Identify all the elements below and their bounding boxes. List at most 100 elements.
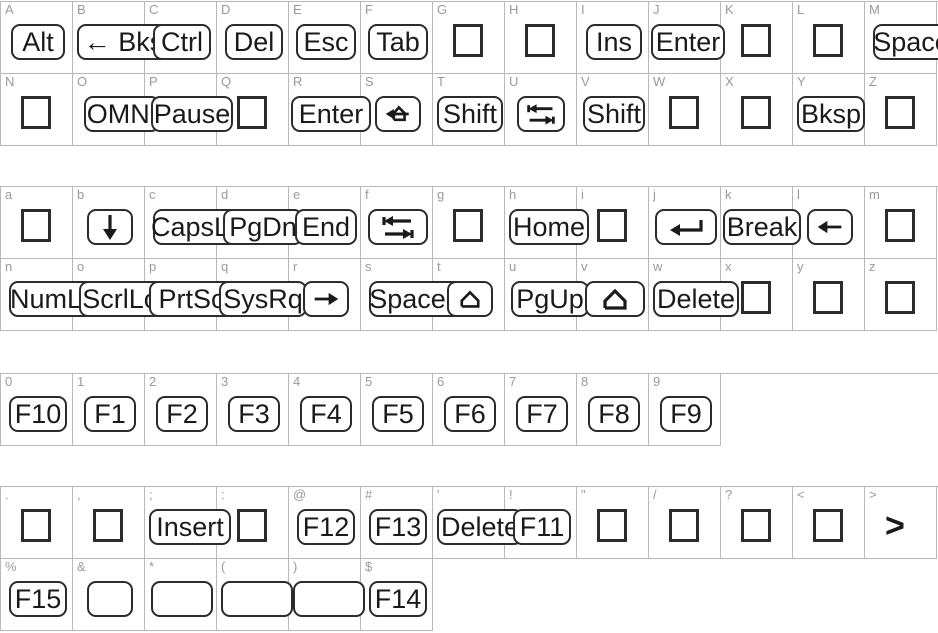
glyph-cell[interactable]: * [145,559,217,631]
glyph-cell[interactable]: W [649,74,721,146]
glyph-char-label: y [797,259,804,274]
glyph-cell[interactable]: n NumLock [1,259,125,331]
glyph-render-area: F2 [145,392,217,446]
glyph-cell[interactable]: D Del [217,2,289,74]
glyph-cell[interactable]: X [721,74,793,146]
glyph-cell[interactable]: < [793,487,865,559]
notdef-box-wrapper [885,281,915,314]
glyph-char-label: D [221,2,231,17]
glyph-cell[interactable]: b [73,187,145,259]
keycap-glyph-wrapper: Enter [291,96,371,132]
glyph-cell[interactable]: K [721,2,793,74]
enter-return-icon [655,209,717,245]
glyph-cell[interactable]: 1 F1 [73,374,145,446]
glyph-cell[interactable]: & [73,559,145,631]
icon-keycap-wrapper [655,209,717,245]
glyph-cell[interactable]: r [289,259,361,331]
glyph-cell[interactable]: O OMNI [73,74,160,146]
glyph-cell[interactable]: f [361,187,433,259]
glyph-cell[interactable]: Q [217,74,289,146]
glyph-cell[interactable]: q SysRq [217,259,307,331]
glyph-cell[interactable]: F Tab [361,2,433,74]
glyph-cell[interactable]: U [505,74,577,146]
glyph-cell[interactable]: I Ins [577,2,649,74]
glyph-render-area: F11 [505,505,577,559]
glyph-cell[interactable]: w Delete [649,259,739,331]
literal-text-glyph: > [885,507,905,545]
glyph-cell[interactable]: @ F12 [289,487,361,559]
glyph-cell[interactable]: e End [289,187,361,259]
glyph-cell[interactable]: Y Bksp [793,74,865,146]
glyph-cell[interactable]: E Esc [289,2,361,74]
glyph-cell[interactable]: o ScrlLock [73,259,189,331]
glyph-cell[interactable]: 4 F4 [289,374,361,446]
glyph-cell[interactable]: H [505,2,577,74]
glyph-cell[interactable]: " [577,487,649,559]
glyph-render-area [649,92,721,146]
glyph-cell[interactable]: ) [289,559,365,631]
glyph-cell[interactable]: A Alt [1,2,73,74]
glyph-cell[interactable]: ! F11 [505,487,577,559]
glyph-cell[interactable]: 9 F9 [649,374,721,446]
glyph-cell[interactable]: % F15 [1,559,73,631]
keycap-glyph: Shift [437,96,503,132]
glyph-cell[interactable]: x [721,259,793,331]
glyph-cell[interactable]: M Spacebar [865,2,938,74]
glyph-cell[interactable]: > > [865,487,937,559]
glyph-render-area: ← Bksp [73,20,185,74]
glyph-cell[interactable]: j [649,187,721,259]
glyph-cell[interactable]: z [865,259,937,331]
glyph-cell[interactable]: g [433,187,505,259]
glyph-char-label: H [509,2,519,17]
row-N-Z: N O OMNI P Pause Q R Enter S T Shift U V Shift W X Y Bksp… [1,74,938,146]
glyph-cell[interactable]: C Ctrl [145,2,217,74]
glyph-cell[interactable]: ( [217,559,293,631]
glyph-cell[interactable]: , [73,487,145,559]
glyph-cell[interactable]: 3 F3 [217,374,289,446]
glyph-cell[interactable]: k Break [721,187,801,259]
glyph-cell[interactable]: V Shift [577,74,649,146]
glyph-render-area [577,277,649,331]
glyph-cell[interactable]: J Enter [649,2,725,74]
glyph-cell[interactable]: : [217,487,289,559]
keycap-glyph-wrapper: Enter [651,24,725,60]
glyph-cell[interactable]: 2 F2 [145,374,217,446]
keycap-glyph: Shift [583,96,645,132]
glyph-cell[interactable]: c CapsLock [145,187,271,259]
glyph-cell[interactable]: a [1,187,73,259]
glyph-cell[interactable]: # F13 [361,487,433,559]
glyph-cell[interactable]: d PgDn [217,187,303,259]
glyph-cell[interactable]: ' Delete [433,487,523,559]
glyph-cell[interactable]: y [793,259,865,331]
glyph-cell[interactable]: p PrtScr [145,259,243,331]
glyph-cell[interactable]: R Enter [289,74,371,146]
glyph-cell[interactable]: 6 F6 [433,374,505,446]
glyph-cell[interactable]: P Pause [145,74,233,146]
glyph-cell[interactable]: / [649,487,721,559]
glyph-char-label: 8 [581,374,589,389]
glyph-cell[interactable]: u PgUp [505,259,589,331]
glyph-cell[interactable]: ; Insert [145,487,231,559]
glyph-cell[interactable]: ? [721,487,793,559]
glyph-cell[interactable]: s Spacebar [361,259,485,331]
glyph-cell[interactable]: 7 F7 [505,374,577,446]
glyph-cell[interactable]: h Home [505,187,589,259]
glyph-cell[interactable]: . [1,487,73,559]
glyph-cell[interactable]: N [1,74,73,146]
glyph-cell[interactable]: 0 F10 [1,374,73,446]
glyph-cell[interactable]: m [865,187,937,259]
glyph-cell[interactable]: 5 F5 [361,374,433,446]
glyph-cell[interactable]: B ← Bksp [73,2,185,74]
glyph-cell[interactable]: l [793,187,865,259]
glyph-cell[interactable]: S [361,74,433,146]
glyph-char-label: e [293,187,301,202]
glyph-cell[interactable]: L [793,2,865,74]
glyph-cell[interactable]: $ F14 [361,559,433,631]
glyph-cell[interactable]: T Shift [433,74,505,146]
glyph-cell[interactable]: 8 F8 [577,374,649,446]
glyph-cell[interactable]: G [433,2,505,74]
glyph-cell[interactable]: v [577,259,649,331]
glyph-cell[interactable]: Z [865,74,937,146]
glyph-cell[interactable]: i [577,187,649,259]
glyph-cell[interactable]: t [433,259,505,331]
